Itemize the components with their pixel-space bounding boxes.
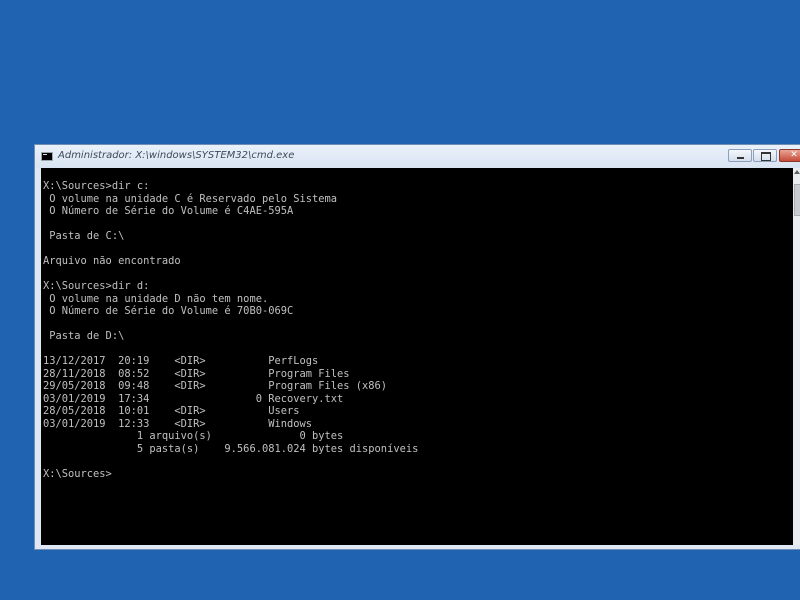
console-line: X:\Sources>dir d: <box>43 280 150 292</box>
console-line: 13/12/2017 20:19 <DIR> PerfLogs <box>43 355 319 367</box>
scroll-thumb[interactable] <box>794 184 800 216</box>
vertical-scrollbar[interactable] <box>793 168 800 545</box>
console-line: Arquivo não encontrado <box>43 255 181 267</box>
console-line: 03/01/2019 17:34 0 Recovery.txt <box>43 392 344 405</box>
window-title: Administrador: X:\windows\SYSTEM32\cmd.e… <box>58 150 295 161</box>
console-line: 28/05/2018 10:01 <DIR> Users <box>43 405 300 417</box>
console-line: 5 pasta(s) 9.566.081.024 bytes disponíve… <box>43 442 419 455</box>
console-line: 03/01/2019 12:33 <DIR> Windows <box>43 417 312 430</box>
console-line: O volume na unidade D não tem nome. <box>43 292 269 305</box>
console-line: 29/05/2018 09:48 <DIR> Program Files (x8… <box>43 380 388 392</box>
scroll-up-icon[interactable] <box>794 170 800 174</box>
console-line: Pasta de C:\ <box>43 230 125 242</box>
console-line: O Número de Série do Volume é 70B0-069C <box>43 305 294 317</box>
maximize-button[interactable] <box>753 149 777 162</box>
desktop-background: Administrador: X:\windows\SYSTEM32\cmd.e… <box>0 0 800 600</box>
console-line: 1 arquivo(s) 0 bytes <box>43 430 344 442</box>
console-line: X:\Sources>dir c: <box>43 180 150 192</box>
title-bar[interactable]: Administrador: X:\windows\SYSTEM32\cmd.e… <box>35 145 800 168</box>
close-icon: ✕ <box>790 150 798 160</box>
close-button[interactable]: ✕ <box>779 149 800 162</box>
console-output[interactable]: X:\Sources>dir c: O volume na unidade C … <box>41 168 793 545</box>
minimize-button[interactable] <box>728 149 752 162</box>
console-line: 28/11/2018 08:52 <DIR> Program Files <box>43 367 350 380</box>
cmd-window[interactable]: Administrador: X:\windows\SYSTEM32\cmd.e… <box>34 144 800 550</box>
console-line: O Número de Série do Volume é C4AE-595A <box>43 205 294 217</box>
console-line: O volume na unidade C é Reservado pelo S… <box>43 192 338 205</box>
console-text: X:\Sources>dir c: O volume na unidade C … <box>43 180 418 480</box>
maximize-icon <box>761 152 771 161</box>
console-line: Pasta de D:\ <box>43 330 125 342</box>
console-line: X:\Sources> <box>43 467 112 480</box>
minimize-icon <box>737 157 744 159</box>
console-icon <box>41 152 53 161</box>
